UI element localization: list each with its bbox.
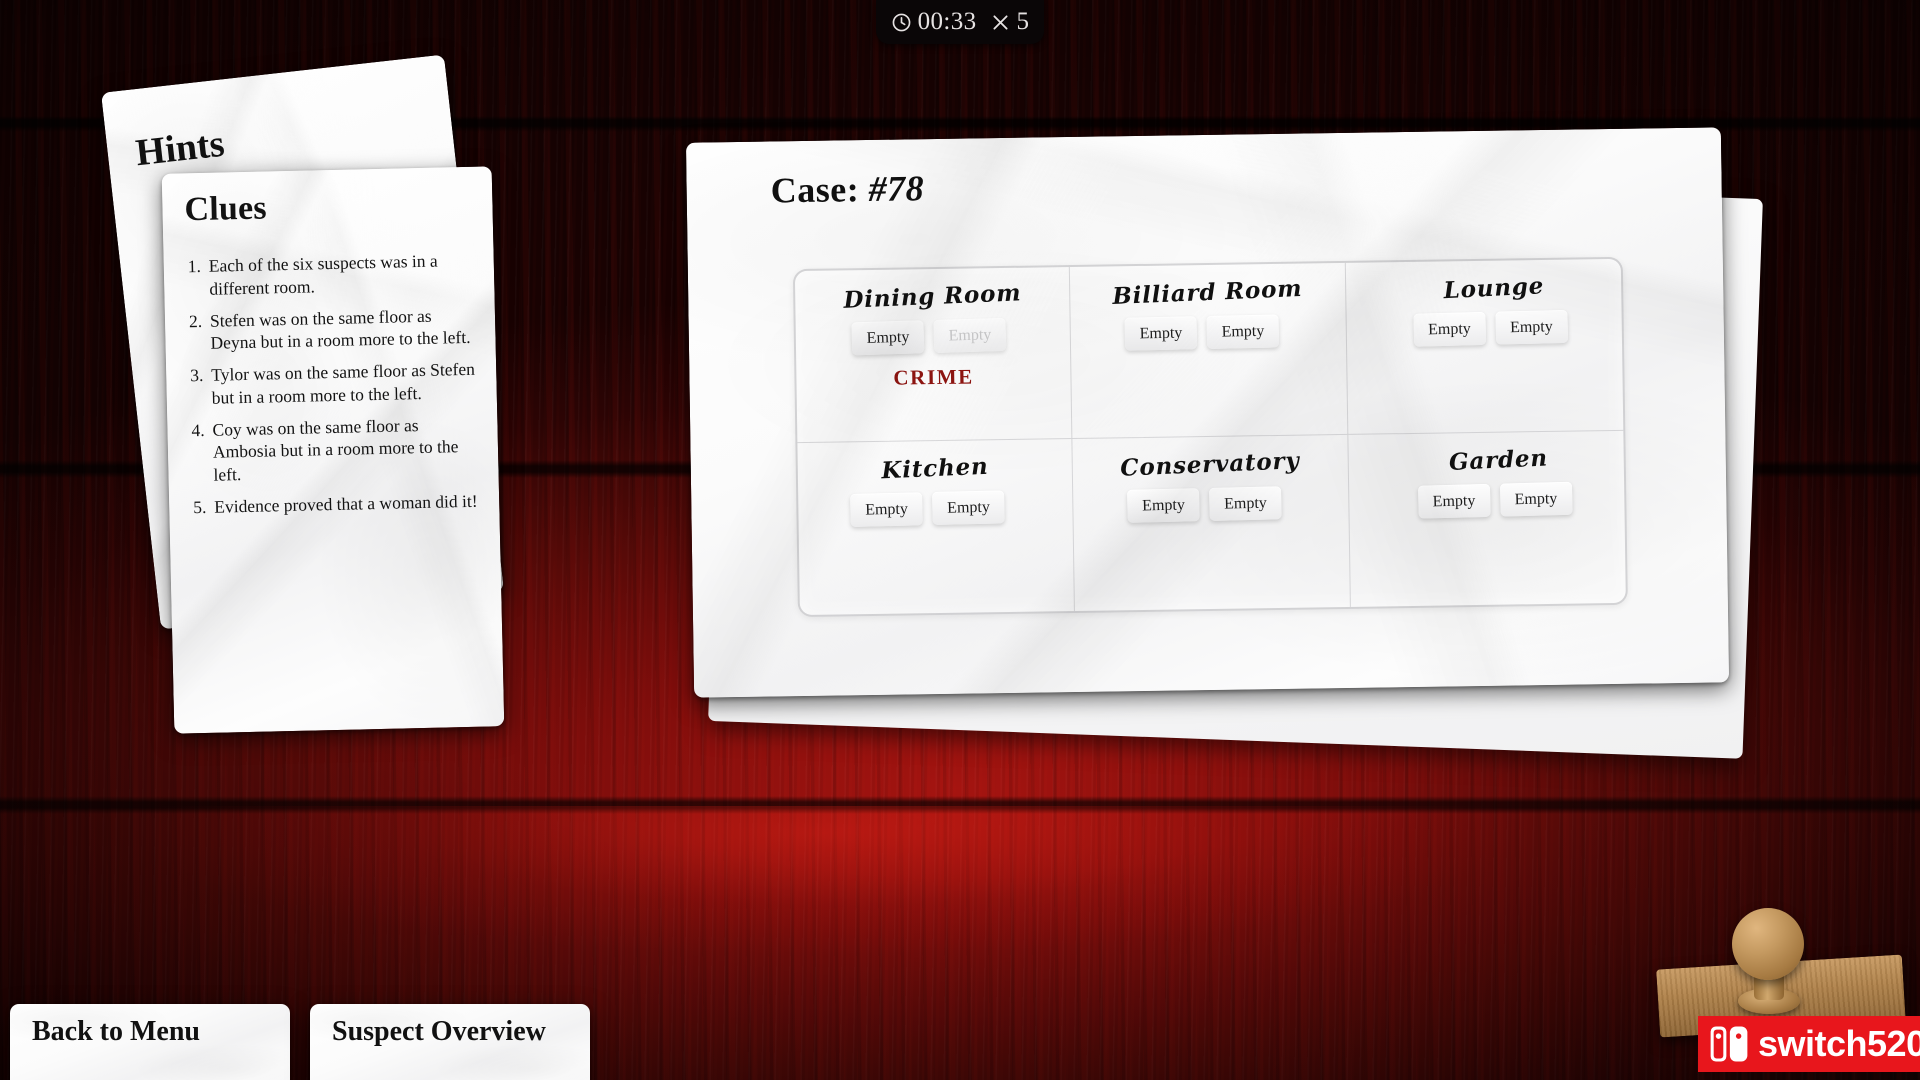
room-cell: Billiard Room Empty Empty xyxy=(1070,262,1349,440)
suspect-slot[interactable]: Empty xyxy=(1209,486,1283,521)
clue-item: Tylor was on the same floor as Stefen bu… xyxy=(211,358,476,408)
room-name: Garden xyxy=(1448,444,1549,476)
back-to-menu-button[interactable]: Back to Menu xyxy=(10,1004,290,1080)
timer-group: 00:33 xyxy=(891,8,977,36)
clue-item: Evidence proved that a woman did it! xyxy=(214,490,478,517)
room-name: Conservatory xyxy=(1120,447,1301,482)
rooms-grid: Dining Room Empty Empty CRIME Billiard Room E… xyxy=(792,256,1628,618)
room-slot-group: Empty Empty xyxy=(790,489,1065,528)
suspect-slot[interactable]: Empty xyxy=(1127,488,1201,523)
clues-title: Clues xyxy=(184,189,268,229)
room-name: Lounge xyxy=(1442,272,1545,305)
room-cell: Conservatory Empty Empty xyxy=(1072,434,1351,611)
mistakes-value: 5 xyxy=(1016,8,1030,35)
watermark-text: switch520 xyxy=(1758,1023,1920,1064)
case-label: Case: xyxy=(770,169,860,211)
room-slot-group: Empty Empty xyxy=(1065,313,1340,352)
room-cell: Kitchen Empty Empty xyxy=(797,439,1076,616)
clue-item: Each of the six suspects was in a differ… xyxy=(208,250,438,299)
back-to-menu-label: Back to Menu xyxy=(32,1016,200,1047)
case-number: #78 xyxy=(868,168,925,210)
suspect-slot[interactable]: Empty xyxy=(1417,483,1491,519)
timer-value: 00:33 xyxy=(917,8,977,35)
suspect-slot[interactable]: Empty xyxy=(1499,481,1573,517)
suspect-slot[interactable]: Empty xyxy=(850,492,923,527)
game-screen: 00:33 5 Hints ck! Clues Each of the six … xyxy=(0,0,1920,1080)
room-slot-group: Empty Empty xyxy=(791,316,1066,357)
suspect-slot[interactable]: Empty xyxy=(932,490,1005,526)
room-name: Kitchen xyxy=(880,452,990,485)
watermark: switch520 xyxy=(1698,1016,1920,1072)
room-cell: Lounge Empty Empty xyxy=(1345,258,1624,435)
suspect-slot[interactable]: Empty xyxy=(1494,309,1568,345)
stamp-knob xyxy=(1732,908,1804,980)
suspect-slot[interactable]: Empty xyxy=(1206,314,1280,349)
cross-icon xyxy=(990,12,1011,33)
hints-title: Hints xyxy=(133,122,227,175)
clock-icon xyxy=(891,12,912,33)
case-board: Case: #78 Dining Room Empty Empty CRIME Bill… xyxy=(685,127,1780,775)
suspect-slot[interactable]: Empty xyxy=(851,320,925,356)
suspect-overview-label: Suspect Overview xyxy=(332,1016,546,1047)
suspect-slot[interactable]: Empty xyxy=(1412,311,1486,347)
room-slot-group: Empty Empty xyxy=(1067,485,1342,524)
case-board-front-sheet: Case: #78 Dining Room Empty Empty CRIME Bill… xyxy=(685,127,1730,698)
rubber-stamp-decoration xyxy=(1648,900,1908,1038)
hud-timer-bar: 00:33 5 xyxy=(876,0,1044,44)
room-cell: Dining Room Empty Empty CRIME xyxy=(794,267,1073,444)
room-slot-group: Empty Empty xyxy=(1352,308,1628,348)
room-name: Billiard Room xyxy=(1112,274,1304,311)
room-cell: Garden Empty Empty xyxy=(1348,431,1626,607)
room-slot-group: Empty Empty xyxy=(1357,480,1633,520)
clue-item: Stefen was on the same floor as Deyna bu… xyxy=(209,305,471,353)
clues-list: Each of the six suspects was in a differ… xyxy=(188,249,486,528)
suspect-slot[interactable]: Empty xyxy=(1124,316,1198,351)
clues-card[interactable]: Clues Each of the six suspects was in a … xyxy=(161,166,505,734)
suspect-overview-button[interactable]: Suspect Overview xyxy=(310,1004,590,1080)
suspect-slot[interactable]: Empty xyxy=(933,317,1007,353)
page-title: Case: #78 xyxy=(770,167,924,211)
mistakes-group: 5 xyxy=(990,8,1030,36)
clue-item: Coy was on the same floor as Ambosia but… xyxy=(212,414,459,485)
crime-badge: CRIME xyxy=(893,364,974,390)
room-name: Dining Room xyxy=(842,279,1022,314)
switch-logo-icon xyxy=(1708,1023,1750,1065)
